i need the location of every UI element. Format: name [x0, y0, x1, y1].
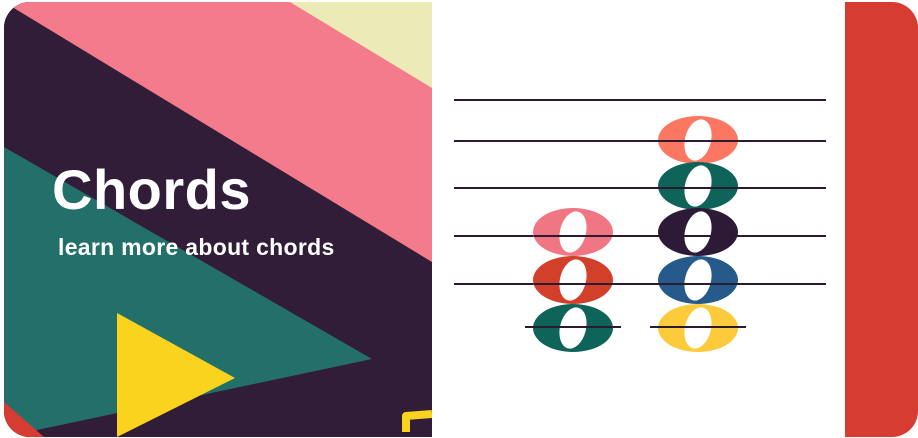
- chord-1: [525, 208, 621, 352]
- whole-note: [658, 256, 738, 304]
- red-side-panel: [845, 2, 918, 437]
- music-staff: [454, 99, 826, 352]
- chord-2: [650, 116, 746, 352]
- music-staff-panel: [432, 2, 845, 437]
- whole-note: [533, 256, 613, 304]
- whole-note: [533, 208, 613, 256]
- card-subtitle: learn more about chords: [58, 234, 335, 260]
- card-title: Chords: [52, 158, 251, 221]
- whole-note: [658, 162, 738, 210]
- staff-lines: [454, 99, 826, 285]
- cover-art: Chords learn more about chords: [4, 2, 432, 437]
- chords-lesson-card[interactable]: Chords learn more about chords: [4, 2, 918, 437]
- whole-note: [658, 208, 738, 256]
